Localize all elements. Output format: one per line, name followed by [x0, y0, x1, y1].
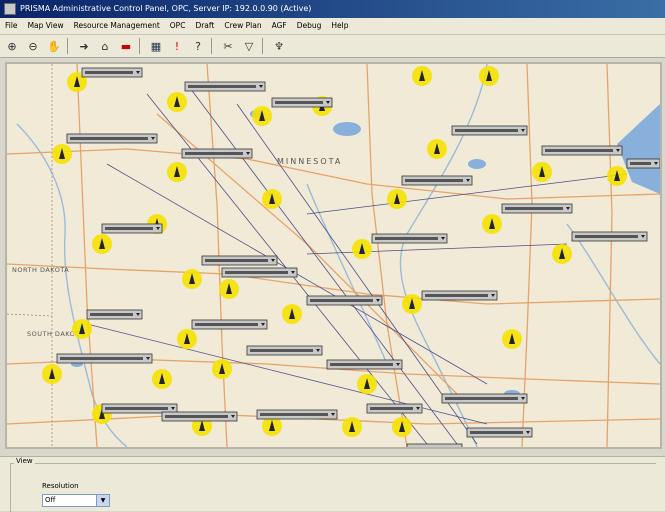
filter-icon[interactable]: ▽: [240, 37, 258, 55]
tower-tag-text-placeholder: [225, 271, 288, 274]
tower-tag-text-placeholder: [205, 259, 268, 262]
menu-agf[interactable]: AGF: [267, 18, 292, 34]
tower-tag-text-placeholder: [70, 137, 148, 140]
tower-tag-text-placeholder: [165, 415, 228, 418]
help-icon[interactable]: ?: [189, 37, 207, 55]
tower-tag-text-placeholder: [630, 162, 651, 165]
tower-tag-text-placeholder: [185, 152, 243, 155]
measure-icon[interactable]: ⌂: [96, 37, 114, 55]
tower-tag-text-placeholder: [195, 323, 258, 326]
alert-icon[interactable]: !: [168, 37, 186, 55]
toolbar-separator: [262, 38, 263, 54]
zoom-in-icon[interactable]: ⊕: [3, 37, 21, 55]
tower-tag-text-placeholder: [105, 227, 153, 230]
app-icon: [4, 3, 16, 15]
tower-tag-text-placeholder: [505, 207, 563, 210]
toolbar-separator: [67, 38, 68, 54]
resolution-value: Off: [45, 496, 56, 504]
menu-help[interactable]: Help: [326, 18, 353, 34]
tower-tag-text-placeholder: [455, 129, 518, 132]
pin-icon[interactable]: ♆: [270, 37, 288, 55]
region-label-north-dakota: NORTH DAKOTA: [12, 266, 69, 274]
map-view[interactable]: MINNESOTA NORTH DAKOTA SOUTH DAKOTA: [5, 62, 662, 449]
view-group-label: View: [14, 457, 35, 465]
tower-tag-text-placeholder: [330, 363, 393, 366]
tower-tag-text-placeholder: [370, 407, 413, 410]
resolution-select[interactable]: Off ▼: [42, 494, 110, 507]
menu-opc[interactable]: OPC: [165, 18, 191, 34]
menu-file[interactable]: File: [0, 18, 23, 34]
tower-tag-text-placeholder: [470, 431, 523, 434]
pointer-icon[interactable]: ➜: [75, 37, 93, 55]
tower-tag-text-placeholder: [575, 235, 638, 238]
tower-tag-text-placeholder: [260, 413, 328, 416]
tower-tag-text-placeholder: [310, 299, 373, 302]
tower-tag-text-placeholder: [105, 407, 168, 410]
menu-bar: File Map View Resource Management OPC Dr…: [0, 18, 665, 35]
tower-tag-text-placeholder: [250, 349, 313, 352]
menu-crew-plan[interactable]: Crew Plan: [219, 18, 266, 34]
region-label-minnesota: MINNESOTA: [277, 157, 342, 166]
resolution-label: Resolution: [42, 482, 79, 490]
window-title: PRISMA Administrative Control Panel, OPC…: [20, 4, 312, 13]
tower-tag-text-placeholder: [425, 294, 488, 297]
menu-resource-management[interactable]: Resource Management: [69, 18, 165, 34]
tower-tag-text-placeholder: [405, 179, 463, 182]
zoom-out-icon[interactable]: ⊖: [24, 37, 42, 55]
bottom-panel: View Resolution Off ▼: [0, 456, 665, 512]
menu-map-view[interactable]: Map View: [23, 18, 69, 34]
pan-icon[interactable]: ✋: [45, 37, 63, 55]
layers-icon[interactable]: ▬: [117, 37, 135, 55]
tower-tag-text-placeholder: [85, 71, 133, 74]
tower-tag-text-placeholder: [545, 149, 613, 152]
tower-tag-text-placeholder: [275, 101, 323, 104]
tower-tag-text-placeholder: [445, 397, 518, 400]
menu-draft[interactable]: Draft: [190, 18, 219, 34]
toolbar-separator: [211, 38, 212, 54]
menu-debug[interactable]: Debug: [292, 18, 327, 34]
chevron-down-icon[interactable]: ▼: [96, 495, 109, 506]
grid-icon[interactable]: ▦: [147, 37, 165, 55]
tower-tag-text-placeholder: [60, 357, 143, 360]
tower-tag-text-placeholder: [90, 313, 133, 316]
tower-tag[interactable]: [406, 443, 463, 447]
toolbar-separator: [139, 38, 140, 54]
cut-icon[interactable]: ✂: [219, 37, 237, 55]
toolbar: ⊕ ⊖ ✋ ➜ ⌂ ▬ ▦ ! ? ✂ ▽ ♆: [0, 35, 665, 58]
window-titlebar: PRISMA Administrative Control Panel, OPC…: [0, 0, 665, 18]
tower-tag-text-placeholder: [188, 85, 256, 88]
tower-tag-text-placeholder: [375, 237, 438, 240]
map-canvas[interactable]: MINNESOTA NORTH DAKOTA SOUTH DAKOTA: [7, 64, 660, 447]
